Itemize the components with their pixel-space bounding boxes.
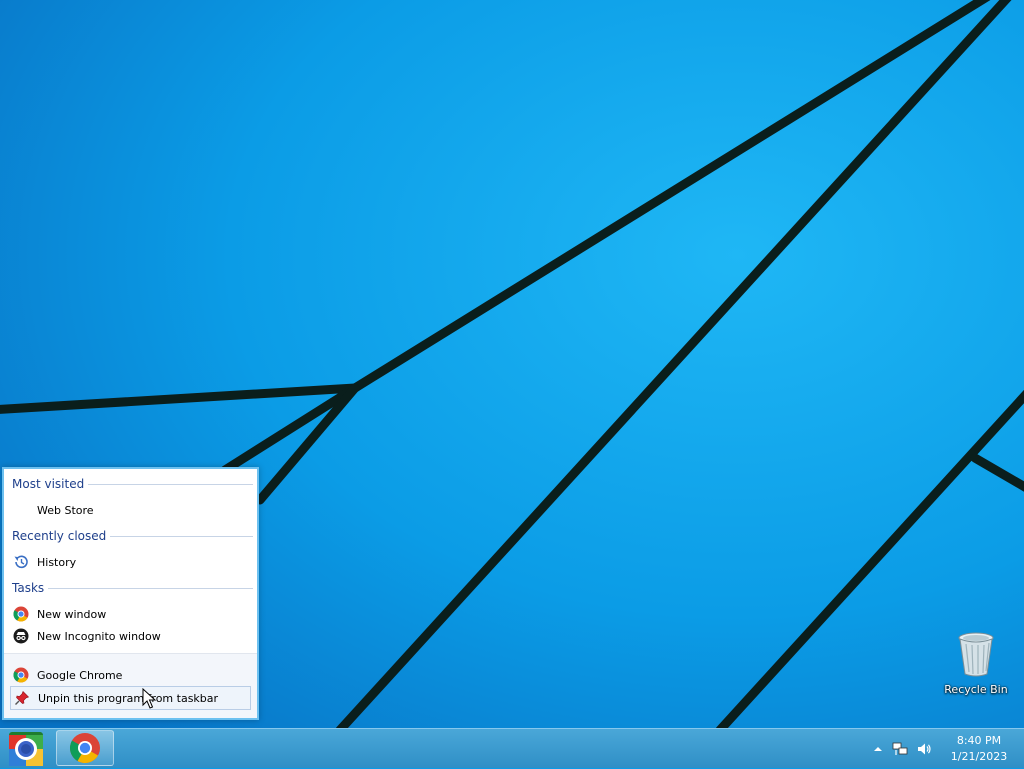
divider [110,535,253,537]
section-header-label: Most visited [12,477,85,491]
clock-date: 1/21/2023 [950,750,1008,763]
divider [48,587,253,589]
start-orb-icon [9,732,43,766]
jumplist-item-label: New Incognito window [37,629,161,643]
section-header-tasks: Tasks [4,577,257,599]
jump-list-footer: Google Chrome Unpin this program from ta… [4,653,257,718]
recycle-bin[interactable]: Recycle Bin [938,630,1014,696]
chrome-icon [13,606,29,622]
jumplist-item-label: Google Chrome [37,668,123,682]
recycle-bin-label: Recycle Bin [944,683,1008,696]
section-header-label: Recently closed [12,529,107,543]
jump-list: Most visited Web Store Recently closed H… [2,467,259,720]
section-header-label: Tasks [12,581,45,595]
section-header-recently-closed: Recently closed [4,525,257,547]
volume-icon [918,743,931,755]
jumplist-item-web-store[interactable]: Web Store [4,499,251,521]
show-hidden-icons-button[interactable] [870,741,886,757]
taskbar: 8:40 PM 1/21/2023 [0,728,1024,768]
jumplist-item-label: Unpin this program from taskbar [38,691,219,705]
jumplist-item-new-incognito-window[interactable]: New Incognito window [4,625,251,647]
jumplist-item-label: History [37,555,77,569]
empty-icon-slot [13,502,29,518]
jumplist-item-history[interactable]: History [4,551,251,573]
start-button[interactable] [6,732,46,766]
jumplist-item-label: Web Store [37,503,94,517]
unpin-icon [14,690,30,706]
divider [88,483,253,485]
jumplist-item-google-chrome[interactable]: Google Chrome [4,664,251,686]
jumplist-item-label: New window [37,607,107,621]
clock-time: 8:40 PM [956,734,1002,747]
network-icon [892,742,908,755]
history-icon [13,554,29,570]
chrome-icon [13,667,29,683]
taskbar-pinned-chrome[interactable] [56,730,114,766]
volume-button[interactable] [916,741,932,757]
recycle-bin-icon [958,632,994,677]
incognito-icon [13,628,29,644]
system-clock[interactable]: 8:40 PM 1/21/2023 [944,733,1014,765]
chevron-up-icon [874,747,882,751]
jumplist-item-unpin[interactable]: Unpin this program from taskbar [10,686,251,710]
chrome-icon [69,733,100,764]
mouse-cursor-icon [142,688,156,709]
jumplist-item-new-window[interactable]: New window [4,603,251,625]
network-button[interactable] [892,741,908,757]
section-header-most-visited: Most visited [4,473,257,495]
